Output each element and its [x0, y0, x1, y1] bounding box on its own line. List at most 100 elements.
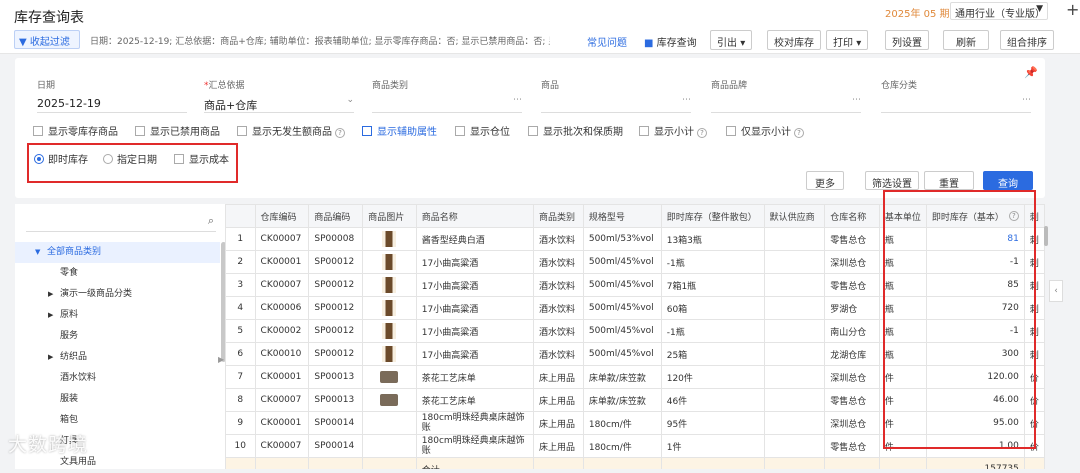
- print-button[interactable]: 打印 ▾: [826, 30, 869, 50]
- col-header-product-image[interactable]: 商品图片: [362, 204, 417, 228]
- check-stock-button[interactable]: 校对库存: [767, 30, 821, 50]
- pin-icon[interactable]: 📌: [1024, 66, 1038, 79]
- refresh-button[interactable]: 刷新: [943, 30, 989, 50]
- cell-product-code: SP00012: [308, 296, 364, 320]
- radio-specified-date[interactable]: 指定日期: [103, 151, 157, 166]
- more-options-icon[interactable]: ⋯: [513, 95, 522, 105]
- more-button[interactable]: 更多: [806, 171, 844, 190]
- tree-search-input[interactable]: ⌕: [26, 212, 216, 232]
- cell-product-image: [362, 319, 417, 343]
- total-cell: [582, 457, 662, 469]
- radio-realtime-stock[interactable]: 即时库存: [34, 151, 88, 166]
- caret-down-icon[interactable]: ▼: [35, 242, 47, 263]
- more-options-icon[interactable]: ⋯: [852, 95, 861, 105]
- category-field[interactable]: 商品类别 ⋯: [372, 78, 522, 113]
- tree-node[interactable]: 服装: [15, 389, 220, 410]
- cell-spec: 500ml/45%vol: [582, 273, 662, 297]
- total-cell: [878, 457, 927, 469]
- product-thumbnail-icon[interactable]: [382, 231, 397, 247]
- product-thumbnail-icon[interactable]: [382, 254, 397, 270]
- more-options-icon[interactable]: ⋯: [1022, 95, 1031, 105]
- checkbox-only-subtotal[interactable]: 仅显示小计?: [726, 123, 804, 138]
- cell-supplier: [763, 388, 826, 412]
- tree-node[interactable]: ▶ 原料: [15, 305, 220, 326]
- col-header-product-name[interactable]: 商品名称: [415, 204, 535, 228]
- cell-supplier: [763, 250, 826, 274]
- inventory-video-link[interactable]: ■ 库存查询: [644, 34, 697, 49]
- add-tab-icon[interactable]: +: [1066, 0, 1079, 19]
- col-header-category[interactable]: 商品类别: [533, 204, 584, 228]
- col-header-stock-pack[interactable]: 即时库存（整件散包）: [660, 204, 765, 228]
- help-icon[interactable]: ?: [335, 128, 345, 138]
- col-header-spec[interactable]: 规格型号: [582, 204, 662, 228]
- cell-product-name: 17小曲高粱酒: [415, 273, 535, 297]
- product-field[interactable]: 商品 ⋯: [541, 78, 691, 113]
- product-thumbnail-icon[interactable]: [382, 323, 397, 339]
- checkbox-show-no-activity[interactable]: 显示无发生额商品?: [237, 123, 345, 138]
- tree-node[interactable]: 服务: [15, 326, 220, 347]
- query-button[interactable]: 查询: [983, 171, 1033, 190]
- tree-node[interactable]: 酒水饮料: [15, 368, 220, 389]
- faq-link[interactable]: 常见问题: [587, 34, 627, 49]
- caret-right-icon[interactable]: ▶: [48, 347, 60, 368]
- col-header-supplier[interactable]: 默认供应商: [763, 204, 826, 228]
- combine-sort-button[interactable]: 组合排序: [1000, 30, 1054, 50]
- splitter-handle-icon[interactable]: ▶: [218, 355, 224, 364]
- tree-node[interactable]: 箱包: [15, 410, 220, 431]
- tree-node[interactable]: ▶ 纺织品: [15, 347, 220, 368]
- cell-product-image: [362, 250, 417, 274]
- checkbox-show-zero-stock[interactable]: 显示零库存商品: [33, 123, 118, 138]
- highlight-box: [883, 190, 1036, 449]
- product-thumbnail-icon[interactable]: [382, 346, 397, 362]
- cell-category: 酒水饮料: [533, 227, 584, 251]
- export-button[interactable]: 引出 ▾: [710, 30, 753, 50]
- reset-button[interactable]: 重置: [924, 171, 974, 190]
- accounting-period[interactable]: 2025年 05 期: [885, 5, 950, 20]
- warehouse-category-field[interactable]: 仓库分类 ⋯: [881, 78, 1031, 113]
- cell-product-name: 茶花工艺床单: [415, 365, 535, 389]
- cell-warehouse-name: 零售总仓: [824, 434, 880, 458]
- col-header-warehouse-name[interactable]: 仓库名称: [824, 204, 880, 228]
- checkbox-label: 仅显示小计: [741, 127, 791, 138]
- checkbox-label: 显示成本: [189, 155, 229, 166]
- cell-row-index: 1: [225, 227, 256, 251]
- checkbox-show-cost[interactable]: 显示成本: [174, 151, 229, 166]
- filter-settings-button[interactable]: 筛选设置: [865, 171, 919, 190]
- cell-warehouse-code: CK00002: [254, 319, 310, 343]
- tree-node[interactable]: 零食: [15, 263, 220, 284]
- col-header-warehouse-code[interactable]: 仓库编码: [254, 204, 310, 228]
- help-icon[interactable]: ?: [697, 128, 707, 138]
- brand-field[interactable]: 商品品牌 ⋯: [711, 78, 861, 113]
- checkbox-show-aux-attr[interactable]: 显示辅助属性: [362, 123, 437, 138]
- product-thumbnail-icon[interactable]: [380, 371, 399, 383]
- column-settings-button[interactable]: 列设置: [885, 30, 929, 50]
- cell-spec: 180cm/件: [582, 434, 662, 458]
- tree-node[interactable]: ▶ 演示一级商品分类: [15, 284, 220, 305]
- help-icon[interactable]: ?: [794, 128, 804, 138]
- checkbox-show-location[interactable]: 显示仓位: [455, 123, 510, 138]
- col-header-product-code[interactable]: 商品编码: [308, 204, 364, 228]
- tree-node[interactable]: ▼ 全部商品类别: [15, 242, 220, 263]
- product-thumbnail-icon[interactable]: [382, 277, 397, 293]
- industry-select[interactable]: 通用行业（专业版） ▼: [950, 2, 1048, 20]
- collapse-side-panel-icon[interactable]: ‹: [1049, 280, 1063, 302]
- checkbox-show-subtotal[interactable]: 显示小计?: [639, 123, 707, 138]
- cell-product-name: 17小曲高粱酒: [415, 342, 535, 366]
- cell-product-image: [362, 296, 417, 320]
- cell-warehouse-name: 零售总仓: [824, 273, 880, 297]
- cell-warehouse-code: CK00007: [254, 227, 310, 251]
- group-by-field[interactable]: *汇总依据 商品+仓库 ⌄: [204, 78, 354, 113]
- checkbox-show-disabled[interactable]: 显示已禁用商品: [135, 123, 220, 138]
- collapse-filter-button[interactable]: ▼ 收起过滤: [14, 30, 80, 49]
- product-thumbnail-icon[interactable]: [382, 300, 397, 316]
- more-options-icon[interactable]: ⋯: [682, 95, 691, 105]
- date-field[interactable]: 日期 2025-12-19: [37, 78, 187, 113]
- search-icon[interactable]: ⌕: [208, 214, 214, 228]
- checkbox-show-batch[interactable]: 显示批次和保质期: [528, 123, 623, 138]
- cell-product-name: 酱香型经典白酒: [415, 227, 535, 251]
- table-scrollbar[interactable]: [1044, 226, 1048, 246]
- caret-right-icon[interactable]: ▶: [48, 305, 60, 326]
- total-cell: [254, 457, 310, 469]
- caret-right-icon[interactable]: ▶: [48, 284, 60, 305]
- product-thumbnail-icon[interactable]: [380, 394, 399, 406]
